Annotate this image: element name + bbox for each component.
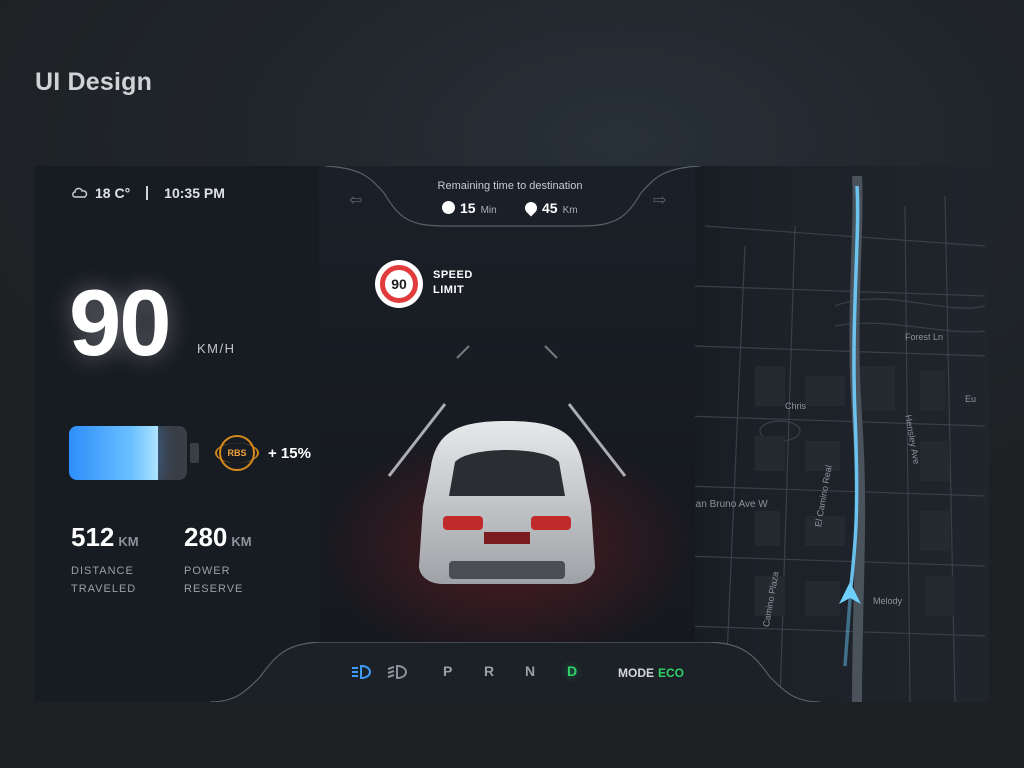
speed-unit: KM/H xyxy=(197,341,236,356)
gear-drive[interactable]: D xyxy=(567,663,577,679)
temperature: 18 C° xyxy=(95,185,131,201)
battery-cap xyxy=(190,443,199,463)
road-scene xyxy=(317,345,697,666)
distance-traveled-value: 512 KM xyxy=(71,522,139,552)
previous-arrow-icon[interactable]: ⇦ xyxy=(349,190,362,210)
map-roads xyxy=(685,175,986,702)
car-illustration xyxy=(419,421,595,584)
bottom-control-bar xyxy=(209,642,821,702)
battery-gauge xyxy=(69,426,187,480)
car-dashboard: Forest Ln Chris Hensley Ave San Bruno Av… xyxy=(35,166,989,702)
map-street-label: Forest Ln xyxy=(905,332,944,342)
rbs-icon: RBS xyxy=(215,435,259,471)
location-pin-icon xyxy=(522,199,540,217)
center-road-view xyxy=(317,166,697,702)
gear-park[interactable]: P xyxy=(443,663,452,679)
clock-icon xyxy=(442,201,455,214)
gear-reverse[interactable]: R xyxy=(484,663,494,679)
map-street-label: Eu xyxy=(965,394,977,404)
navigation-map[interactable]: Forest Ln Chris Hensley Ave San Bruno Av… xyxy=(685,166,989,702)
battery-fill xyxy=(69,426,158,480)
high-beam-light-icon[interactable] xyxy=(386,664,408,685)
weather-time: 18 C° 10:35 PM xyxy=(71,185,225,201)
power-reserve-value: 280 KM xyxy=(184,522,252,552)
speed-limit-label: SPEED LIMIT xyxy=(433,269,473,296)
divider xyxy=(146,186,149,200)
eta-time: 15 Min xyxy=(442,200,497,216)
power-reserve-label: POWER RESERVE xyxy=(184,565,244,595)
clock-time: 10:35 PM xyxy=(164,185,225,201)
drive-mode[interactable]: MODE ECO xyxy=(618,666,684,680)
cloud-icon xyxy=(71,185,89,201)
map-street-label: Melody xyxy=(873,596,903,606)
low-beam-light-icon[interactable] xyxy=(350,664,372,685)
page-title: UI Design xyxy=(35,68,153,96)
current-speed: 90 xyxy=(69,270,172,375)
map-street-label: San Bruno Ave W xyxy=(689,499,768,510)
gear-neutral[interactable]: N xyxy=(525,663,535,679)
speed-limit-sign: 90 xyxy=(375,260,423,308)
map-street-label: Chris xyxy=(785,401,807,411)
eta-distance: 45 Km xyxy=(522,199,578,217)
top-navigation-notch xyxy=(319,166,705,227)
distance-traveled-label: DISTANCE TRAVELED xyxy=(71,565,137,595)
next-arrow-icon[interactable]: ⇨ xyxy=(653,190,666,210)
remaining-time-label: Remaining time to destination xyxy=(437,180,583,192)
rbs-percentage: + 15% xyxy=(268,445,311,462)
